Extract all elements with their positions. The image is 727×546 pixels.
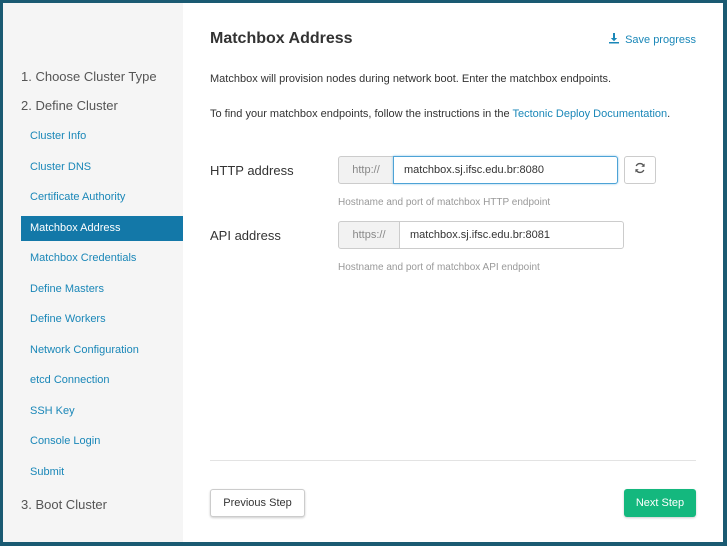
sidebar-item-cluster-dns[interactable]: Cluster DNS: [21, 155, 183, 180]
step-define-cluster[interactable]: 2. Define Cluster: [21, 98, 118, 113]
sidebar-item-define-masters[interactable]: Define Masters: [21, 277, 183, 302]
tectonic-docs-link[interactable]: Tectonic Deploy Documentation: [512, 108, 667, 120]
api-address-help: Hostname and port of matchbox API endpoi…: [338, 262, 540, 273]
footer-divider: [210, 460, 696, 461]
sidebar-item-define-workers[interactable]: Define Workers: [21, 307, 183, 332]
sidebar-item-cluster-info[interactable]: Cluster Info: [21, 124, 183, 149]
sidebar-item-ssh-key[interactable]: SSH Key: [21, 399, 183, 424]
sidebar-item-submit[interactable]: Submit: [21, 460, 183, 485]
instructions-suffix: .: [667, 108, 671, 120]
sidebar-item-matchbox-credentials[interactable]: Matchbox Credentials: [21, 246, 183, 271]
api-address-input[interactable]: matchbox.sj.ifsc.edu.br:8081: [399, 221, 624, 249]
previous-step-button[interactable]: Previous Step: [210, 489, 305, 517]
app-frame: 1. Choose Cluster Type 2. Define Cluster…: [3, 3, 723, 542]
http-address-help: Hostname and port of matchbox HTTP endpo…: [338, 197, 551, 208]
http-address-label: HTTP address: [210, 163, 294, 178]
save-progress-label: Save progress: [625, 33, 696, 46]
sidebar-item-matchbox-address[interactable]: Matchbox Address: [21, 216, 183, 241]
step-boot-cluster[interactable]: 3. Boot Cluster: [21, 497, 107, 512]
http-prefix-addon: http://: [338, 156, 394, 184]
sidebar-item-etcd-connection[interactable]: etcd Connection: [21, 368, 183, 393]
intro-text: Matchbox will provision nodes during net…: [210, 73, 612, 85]
sidebar-item-certificate-authority[interactable]: Certificate Authority: [21, 185, 183, 210]
next-step-button[interactable]: Next Step: [624, 489, 696, 517]
save-progress-link[interactable]: Save progress: [608, 32, 696, 47]
sidebar-item-console-login[interactable]: Console Login: [21, 429, 183, 454]
instructions-prefix: To find your matchbox endpoints, follow …: [210, 108, 513, 120]
download-icon: [608, 32, 620, 47]
sidebar-item-network-configuration[interactable]: Network Configuration: [21, 338, 183, 363]
page-title: Matchbox Address: [210, 30, 353, 47]
refresh-button[interactable]: [624, 156, 656, 184]
api-address-label: API address: [210, 228, 281, 243]
sidebar: 1. Choose Cluster Type 2. Define Cluster…: [3, 3, 183, 542]
refresh-icon: [634, 161, 646, 179]
api-prefix-addon: https://: [338, 221, 400, 249]
http-address-input[interactable]: matchbox.sj.ifsc.edu.br:8080: [393, 156, 618, 184]
instructions-text: To find your matchbox endpoints, follow …: [210, 106, 696, 123]
step-choose-cluster-type[interactable]: 1. Choose Cluster Type: [21, 69, 157, 84]
main-panel: Matchbox Address Save progress Matchbox …: [210, 3, 696, 542]
